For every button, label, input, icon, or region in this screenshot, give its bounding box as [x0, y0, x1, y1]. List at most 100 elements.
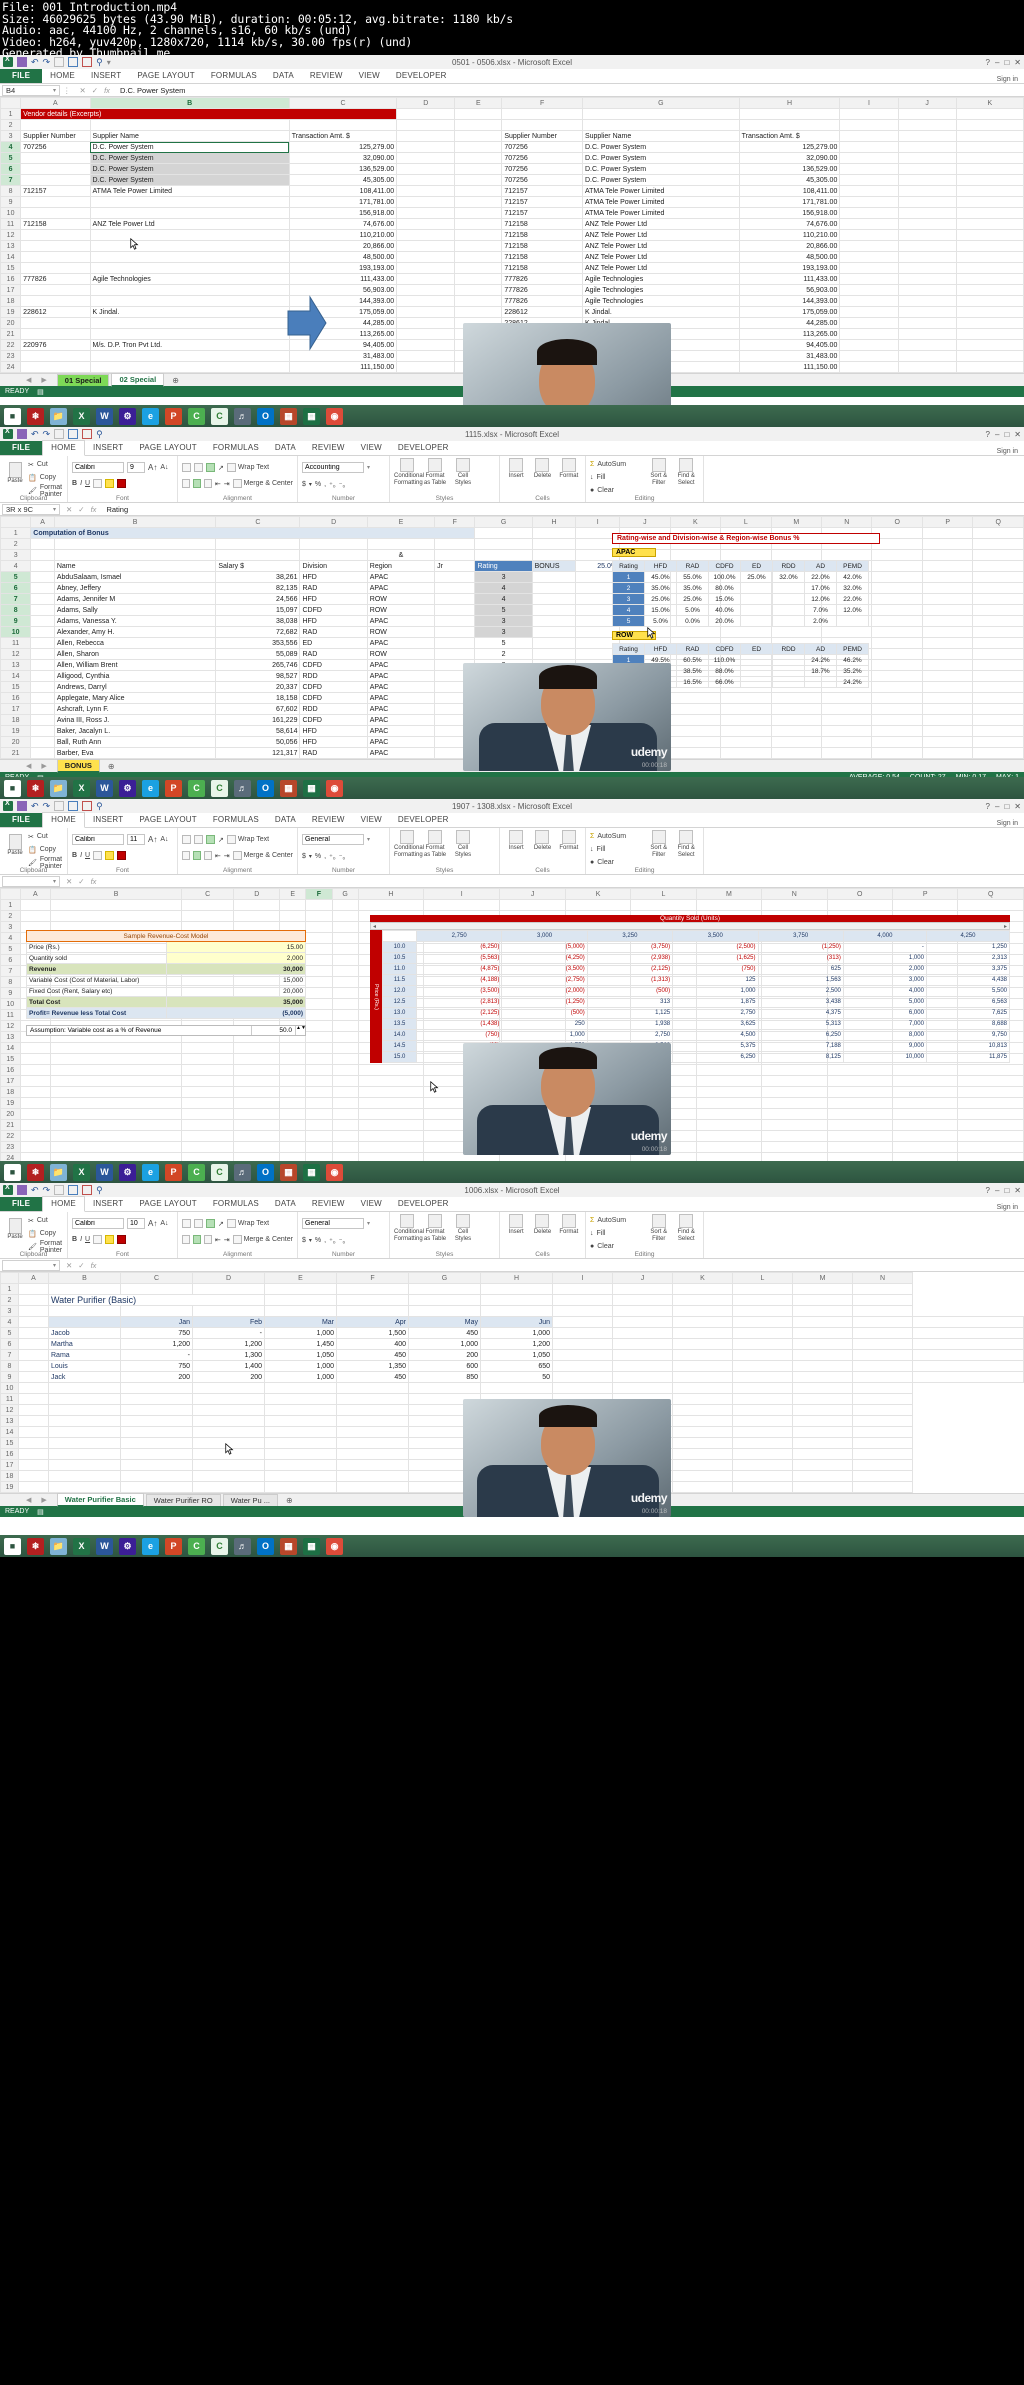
cell-empty[interactable] — [897, 108, 957, 120]
cell-empty[interactable] — [852, 1393, 913, 1405]
row-header-11[interactable]: 11 — [0, 1009, 21, 1021]
cell-empty[interactable] — [630, 899, 697, 911]
cell-empty[interactable] — [792, 1349, 853, 1361]
maximize-icon[interactable]: □ — [1004, 1186, 1009, 1195]
cell-empty[interactable] — [839, 119, 899, 131]
select-all-corner[interactable] — [0, 1272, 19, 1284]
cell-bonus[interactable] — [531, 593, 577, 605]
column-header-i[interactable]: I — [839, 97, 899, 109]
align-left-icon[interactable] — [182, 851, 190, 860]
data-table-row[interactable]: 14.0 (750) 1,000 2,750 4,500 6,250 8,000 9,750 — [382, 1029, 1011, 1041]
row-header-21[interactable]: 21 — [0, 747, 32, 759]
cell-empty[interactable] — [396, 317, 456, 329]
cell-empty[interactable] — [19, 1141, 52, 1153]
cell-profit[interactable]: 5,313 — [757, 1018, 844, 1030]
cell-transaction-amt-right[interactable]: 125,279.00 — [738, 141, 841, 153]
sheet-nav-next-icon[interactable]: ▶ — [41, 376, 54, 384]
cell-empty[interactable] — [957, 1097, 1024, 1109]
cell-month-value[interactable]: 1,200 — [192, 1338, 265, 1350]
cell-empty[interactable] — [299, 538, 368, 550]
cell-empty[interactable] — [50, 910, 183, 922]
publisher-icon[interactable]: ▦ — [280, 1163, 297, 1181]
powerpoint-taskbar-icon[interactable]: P — [165, 779, 182, 797]
align-right-icon[interactable] — [203, 1235, 212, 1244]
cell-rate-rad[interactable]: 0.0% — [676, 615, 709, 627]
align-top-icon[interactable] — [182, 835, 191, 844]
column-header-q[interactable]: Q — [957, 888, 1024, 900]
cell-profit[interactable]: (2,500) — [672, 941, 759, 953]
cell-empty[interactable] — [50, 1097, 183, 1109]
fill-button[interactable]: ↓ Fill — [590, 843, 644, 856]
bold-button[interactable]: B — [72, 852, 77, 859]
cell-transaction-amt-right[interactable]: 31,483.00 — [738, 350, 841, 362]
decrease-decimal-icon[interactable]: ⁻₀ — [339, 481, 346, 489]
cell-empty[interactable] — [912, 1327, 1024, 1339]
cell-empty[interactable] — [897, 163, 957, 175]
column-header-c[interactable]: C — [288, 97, 398, 109]
cell-profit[interactable]: (313) — [757, 952, 844, 964]
row-header-2[interactable]: 2 — [0, 119, 22, 131]
decrease-indent-icon[interactable]: ⇤ — [215, 852, 221, 860]
cell-profit[interactable]: 125 — [672, 974, 759, 986]
merge-center-button[interactable]: Merge & Center — [232, 479, 293, 488]
column-header-o[interactable]: O — [871, 516, 923, 528]
cell-empty[interactable] — [695, 1086, 763, 1098]
cell-profit[interactable]: (5,000) — [501, 941, 588, 953]
cell-empty[interactable] — [192, 1393, 265, 1405]
comma-format-button[interactable]: , — [324, 481, 326, 488]
cell-empty[interactable] — [732, 1349, 793, 1361]
cell-supplier-name-left[interactable] — [89, 317, 290, 329]
cell-salary[interactable]: 38,038 — [215, 615, 301, 627]
column-header-j[interactable]: J — [897, 97, 957, 109]
window-controls-1[interactable]: ? – □ ✕ — [986, 58, 1021, 67]
cell-month-value[interactable]: 1,000 — [264, 1327, 337, 1339]
cell-supplier-number-left[interactable] — [20, 295, 91, 307]
cell-supplier-number-right[interactable]: 707256 — [501, 163, 583, 175]
cell-empty[interactable] — [279, 1086, 307, 1098]
cell-division[interactable]: HFD — [299, 571, 368, 583]
cell-empty[interactable] — [839, 152, 899, 164]
cell-region[interactable]: APAC — [366, 714, 436, 726]
column-header-j[interactable]: J — [499, 888, 566, 900]
cell-empty[interactable] — [120, 1393, 193, 1405]
row-header-11[interactable]: 11 — [0, 637, 32, 649]
column-header-k[interactable]: K — [669, 516, 722, 528]
cell-empty[interactable] — [612, 1382, 673, 1394]
cell-empty[interactable] — [396, 108, 456, 120]
cell-supplier-name-left[interactable] — [89, 350, 290, 362]
cell-empty[interactable] — [839, 361, 899, 373]
cell-empty[interactable] — [852, 1382, 913, 1394]
column-header-m[interactable]: M — [770, 516, 822, 528]
cell-empty[interactable] — [331, 1075, 359, 1087]
row-header-9[interactable]: 9 — [0, 196, 22, 208]
cell-profit[interactable]: 6,000 — [842, 1007, 927, 1019]
cell-empty[interactable] — [279, 1141, 307, 1153]
cell-empty[interactable] — [732, 1283, 793, 1295]
cell-jr[interactable] — [434, 604, 476, 616]
cell-empty[interactable] — [852, 1349, 913, 1361]
name-box-4[interactable]: ▾ — [2, 1259, 60, 1271]
cell-empty[interactable] — [897, 207, 957, 219]
cell-transaction-amt-left[interactable]: 110,210.00 — [288, 229, 398, 241]
cell-empty[interactable] — [299, 549, 368, 561]
explorer-icon[interactable]: 📁 — [50, 1163, 67, 1181]
cell-empty[interactable] — [48, 1404, 121, 1416]
audacity-icon[interactable]: ♬ — [234, 407, 251, 425]
cell-empty[interactable] — [612, 1338, 673, 1350]
cell-empty[interactable] — [454, 240, 503, 252]
cell-rate-hfd[interactable]: 35.0% — [644, 582, 677, 594]
cell-supplier-number-left[interactable]: 707256 — [20, 141, 91, 153]
cell-empty[interactable] — [501, 108, 583, 120]
cell-region[interactable]: APAC — [366, 637, 436, 649]
cell-empty[interactable] — [233, 1097, 281, 1109]
cell-empty[interactable] — [454, 174, 503, 186]
cell-empty[interactable] — [732, 1338, 793, 1350]
cell-division[interactable]: RAD — [299, 626, 368, 638]
cell-empty[interactable] — [305, 1119, 333, 1131]
cell-empty[interactable] — [30, 604, 55, 616]
cell-empty[interactable] — [331, 1097, 359, 1109]
cell-transaction-amt-left[interactable]: 125,279.00 — [288, 141, 398, 153]
cell-empty[interactable] — [120, 1415, 193, 1427]
cell-empty[interactable] — [826, 1119, 893, 1131]
cell-empty[interactable] — [305, 1053, 333, 1065]
